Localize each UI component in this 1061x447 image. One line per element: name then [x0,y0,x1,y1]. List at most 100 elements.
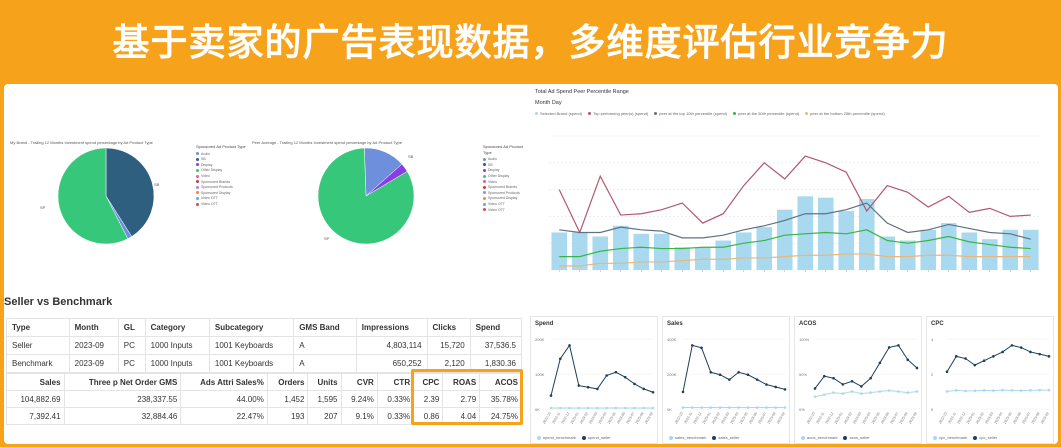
pie-callout-left: SP [40,205,46,210]
data-point [1019,346,1023,349]
data-point [1019,389,1023,392]
legend-item: cpc_benchmark [933,435,967,440]
legend-swatch [196,185,199,189]
table-cell: A [293,354,357,373]
chart-legend: Selected Brand (spend) Top performing pee… [535,111,891,116]
table-cell: 104,882.69 [6,390,65,408]
data-point [1038,388,1042,392]
spend-bar [674,247,691,270]
banner-title: 基于卖家的广告表现数据，多维度评估行业竞争力 [112,21,949,64]
table-cell: Ads Attri Sales% [180,373,268,391]
y-tick-label: 100K [535,372,545,377]
data-point [973,389,977,393]
table-cell: 9.24% [340,390,378,408]
data-point [577,406,581,410]
data-point [737,406,740,409]
legend-item: peer at the bottom 25th percentile (spen… [805,111,885,116]
table-cell: 44.00% [180,390,268,408]
data-point [887,346,891,349]
data-point [681,406,685,409]
data-point [746,406,750,409]
legend-label: Other Display [201,168,223,173]
mini-chart-legend: acos_benchmark acos_seller [801,435,876,440]
data-point [690,406,694,409]
table-cell: 0.33% [376,407,415,425]
legend-label: Video OTT [201,201,218,206]
spend-bar [920,229,937,270]
spend-bar [858,198,875,270]
data-point [954,355,958,358]
legend-swatch [483,191,486,195]
y-tick-label: 0% [799,407,805,412]
data-point [1001,388,1004,392]
table-cell: GMS Band [293,318,357,337]
legend-label: SB [201,157,206,162]
seller-benchmark-table: Type Month GL Category Subcategory GMS Band Im… [6,318,523,373]
y-tick-label: 200K [535,337,545,342]
data-point [832,391,835,394]
y-tick-label: 4 [931,337,934,342]
legend-swatch [483,163,486,167]
data-point [869,376,872,380]
data-point [869,391,872,394]
data-point [783,406,787,409]
y-tick-label: 2 [931,372,934,377]
legend-item: Video OTT [483,208,524,214]
data-point [586,406,590,410]
legend-swatch [196,152,199,156]
legend-title: Sponsored Ad Product Type [483,144,524,155]
table-cell: 22.47% [180,407,268,425]
table-cell: 1001 Keyboards [208,336,295,355]
data-point [633,382,636,386]
legend-label: Other Display [488,173,510,178]
pie-callout-right: SB [408,154,414,159]
table-cell: Category [144,318,210,337]
data-point [709,406,713,409]
y-tick-label: 0 [931,407,934,412]
series-line [814,390,918,398]
pie-callout-right: SB [154,182,160,187]
dashboard-panel: My Brand - Trailing 12 Months Investment… [4,84,1058,444]
mini-chart-legend: spend_benchmark spend_seller [537,435,617,440]
legend-label: Sponsored Display [488,196,518,201]
data-point [586,385,590,389]
table-cell: 1001 Keyboards [208,354,295,373]
data-point [841,392,845,395]
legend-label: Sponsored Brands [201,179,230,184]
table-cell: 7,392.41 [6,407,65,425]
legend-label: Video [488,179,497,184]
table-cell: 207 [307,407,342,425]
table-cell: A [293,336,357,355]
table-cell: Type [6,318,70,337]
spend-bar [633,233,650,270]
data-point [887,389,891,392]
legend-label: Sponsored Products [488,190,520,195]
table-cell: Subcategory [208,318,295,337]
cpc-mini-chart: CPC 4 2 0 2022-10 2022-11 2022-12 2023-01 2023-0… [926,316,1054,444]
table-cell: 0.33% [376,390,415,408]
legend-swatch [483,157,486,161]
chart-title: Total Ad Spend Peer Percentile Range [535,89,629,95]
data-point [605,374,608,377]
data-point [605,406,608,410]
data-point [822,374,826,378]
data-point [728,406,731,409]
legend-swatch [196,163,199,167]
data-point [945,390,949,393]
legend-title: Sponsored Ad Product Type [196,144,246,149]
data-point [568,344,571,347]
table-row: Seller 2023-09 PC 1000 Inputs 1001 Keyboards… [6,336,523,355]
data-point [596,406,599,410]
spend-bar [817,197,834,270]
data-point [765,406,768,409]
legend-swatch [196,191,199,195]
table-cell: CTR [376,373,415,391]
data-point [813,387,817,390]
data-point [832,376,835,380]
data-point [765,383,768,386]
data-point [558,357,562,361]
section-title: Seller vs Benchmark [4,296,113,308]
spend-bar [551,232,568,270]
spend-mini-chart: Spend 200K 100K 0K 2022-10 2022-11 2022-12 2023… [530,316,658,444]
data-point [878,361,882,365]
